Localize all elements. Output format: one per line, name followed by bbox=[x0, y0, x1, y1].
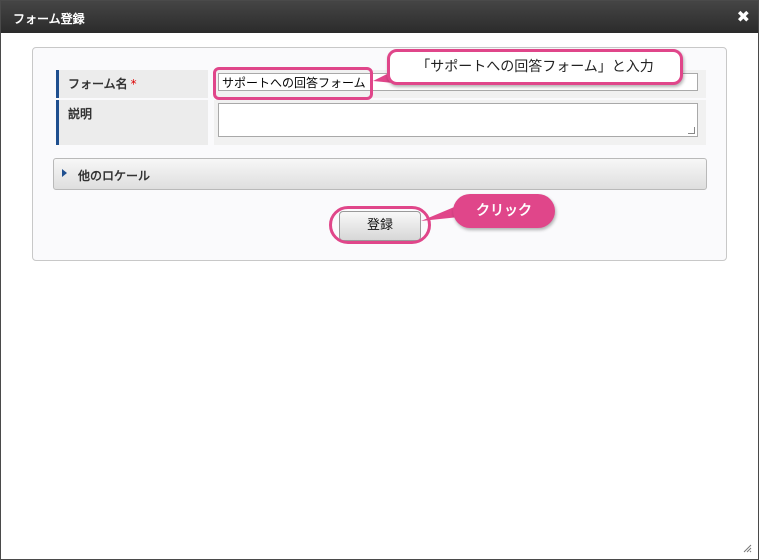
input-hint-callout: 「サポートへの回答フォーム」と入力 bbox=[387, 49, 683, 85]
form-register-dialog: フォーム登録 ✖ フォーム名 * サポートへの回答フォーム 説明 他のロケール … bbox=[0, 0, 759, 560]
click-hint-callout: クリック bbox=[453, 194, 555, 228]
window-resize-icon[interactable] bbox=[742, 543, 752, 553]
button-highlight bbox=[329, 206, 431, 244]
input-highlight bbox=[213, 67, 373, 100]
